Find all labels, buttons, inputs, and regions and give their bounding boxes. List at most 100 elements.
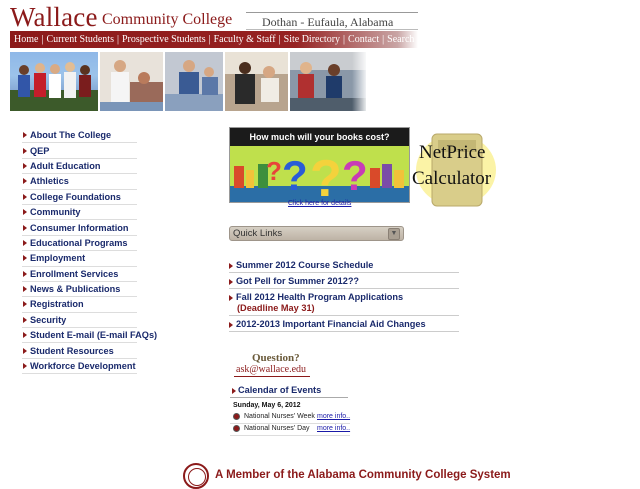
nav-search[interactable]: Search: [387, 34, 414, 45]
calendar-date: Sunday, May 6, 2012: [233, 402, 301, 409]
photo-strip-fade: [352, 52, 368, 111]
sidebar-item-label: Security: [30, 314, 67, 325]
news-item[interactable]: Got Pell for Summer 2012??: [229, 276, 459, 289]
chevron-down-icon: ▼: [388, 227, 400, 240]
nav-contact[interactable]: Contact: [348, 34, 379, 45]
sidebar-item[interactable]: Community: [22, 205, 137, 221]
arrow-bullet-icon: [229, 263, 233, 269]
sidebar-item[interactable]: Enrollment Services: [22, 267, 137, 282]
sidebar-item-label: Consumer Information: [30, 222, 129, 233]
calendar-event: National Nurses' Day more info..: [233, 425, 350, 432]
event-more-info-link[interactable]: more info..: [317, 413, 350, 420]
quick-links-dropdown[interactable]: Quick Links ▼: [229, 226, 404, 241]
arrow-bullet-icon: [23, 286, 27, 293]
sidebar-item-label: Enrollment Services: [30, 268, 119, 279]
nav-separator: |: [208, 34, 211, 45]
nav-separator: |: [343, 34, 346, 45]
sidebar-item[interactable]: Educational Programs: [22, 236, 137, 252]
event-more-info-link[interactable]: more info..: [317, 425, 350, 432]
event-bullet-icon: [233, 413, 240, 420]
sidebar-item[interactable]: Student Resources: [22, 343, 137, 359]
book-cost-banner-title: How much will your books cost?: [230, 128, 409, 146]
event-name: National Nurses' Week: [244, 413, 315, 420]
ask-email-link[interactable]: ask@wallace.edu: [236, 364, 306, 375]
news-item[interactable]: Fall 2012 Health Program Applications (De…: [229, 292, 459, 316]
event-name: National Nurses' Day: [244, 425, 310, 432]
students-group-photo: [10, 52, 98, 111]
sidebar-item[interactable]: Registration: [22, 297, 137, 313]
news-deadline: (Deadline May 31): [237, 303, 315, 313]
nav-separator: |: [41, 34, 44, 45]
svg-text:?: ?: [310, 150, 342, 202]
photo-strip: [10, 52, 366, 111]
net-price-label: NetPrice: [419, 142, 486, 163]
sidebar-item-label: Student E-mail (E-mail FAQs): [30, 330, 158, 341]
nav-current-students[interactable]: Current Students: [46, 34, 114, 45]
sidebar-item-label: Registration: [30, 299, 84, 310]
news-title: Fall 2012 Health Program Applications: [236, 292, 404, 302]
news-item[interactable]: 2012-2013 Important Financial Aid Change…: [229, 319, 459, 332]
nav-home[interactable]: Home: [14, 34, 38, 45]
sidebar-item[interactable]: College Foundations: [22, 190, 137, 205]
news-title: Summer 2012 Course Schedule: [236, 260, 374, 270]
arrow-bullet-icon: [23, 178, 27, 185]
book-cost-banner[interactable]: How much will your books cost? ? ? ? ?: [229, 127, 410, 203]
calendar-row-rule: [230, 435, 350, 436]
sidebar-item[interactable]: Employment: [22, 251, 137, 267]
logo-wallace[interactable]: Wallace: [10, 2, 98, 33]
sidebar-item[interactable]: Workforce Development: [22, 359, 137, 375]
news-title: Got Pell for Summer 2012??: [236, 276, 360, 286]
arrow-bullet-icon: [23, 209, 27, 216]
sidebar-item-label: QEP: [30, 145, 50, 156]
calendar-event: National Nurses' Week more info..: [233, 413, 350, 420]
sidebar-item[interactable]: Athletics: [22, 174, 137, 190]
nurse-with-patient-photo: [100, 52, 163, 111]
header-rule: [246, 12, 418, 13]
sidebar-item-label: News & Publications: [30, 284, 121, 295]
arrow-bullet-icon: [23, 132, 27, 139]
nav-faculty-staff[interactable]: Faculty & Staff: [214, 34, 276, 45]
arrow-bullet-icon: [229, 322, 233, 328]
arrow-bullet-icon: [23, 316, 27, 323]
sidebar-item[interactable]: About The College: [22, 128, 137, 144]
sidebar-item[interactable]: Consumer Information: [22, 220, 137, 236]
arrow-bullet-icon: [23, 162, 27, 169]
svg-text:?: ?: [266, 156, 282, 186]
sidebar-item-label: Educational Programs: [30, 237, 128, 248]
arrow-bullet-icon: [23, 147, 27, 154]
book-cost-details-link[interactable]: Click here for details: [288, 200, 351, 207]
arrow-bullet-icon: [23, 332, 27, 339]
logo-community-college[interactable]: Community College: [102, 11, 232, 29]
calendar-title: Calendar of Events: [238, 385, 322, 395]
news-list: Summer 2012 Course Schedule Got Pell for …: [229, 260, 459, 335]
accs-seal-icon: [183, 463, 209, 489]
sidebar-item-label: Athletics: [30, 176, 69, 187]
arrow-bullet-icon: [23, 347, 27, 354]
arrow-bullet-icon: [23, 255, 27, 262]
nav-separator: |: [278, 34, 281, 45]
nav-site-directory[interactable]: Site Directory: [284, 34, 340, 45]
question-underline: [234, 376, 310, 377]
sidebar-item-label: Employment: [30, 253, 86, 264]
arrow-bullet-icon: [23, 270, 27, 277]
arrow-bullet-icon: [23, 239, 27, 246]
sidebar-item[interactable]: News & Publications: [22, 282, 137, 298]
sidebar-item[interactable]: Security: [22, 313, 137, 329]
sidebar-item-label: Community: [30, 207, 81, 218]
nav-prospective-students[interactable]: Prospective Students: [122, 34, 206, 45]
calendar-row-rule: [230, 423, 350, 424]
calendar-rule: [230, 397, 348, 398]
main-nav-bar: Home | Current Students | Prospective Studen…: [10, 31, 418, 48]
sidebar-item-label: Student Resources: [30, 345, 114, 356]
news-item[interactable]: Summer 2012 Course Schedule: [229, 260, 459, 273]
nav-separator: |: [382, 34, 385, 45]
calendar-of-events-link[interactable]: Calendar of Events: [232, 385, 321, 395]
question-heading: Question?: [252, 352, 300, 364]
books-question-marks-image: ? ? ? ?: [230, 146, 409, 202]
sidebar-item[interactable]: Student E-mail (E-mail FAQs): [22, 328, 157, 344]
accs-member-text[interactable]: A Member of the Alabama Community Colleg…: [215, 469, 511, 481]
sidebar-item[interactable]: Adult Education: [22, 159, 137, 175]
workshop-photo: [225, 52, 288, 111]
arrow-bullet-icon: [229, 279, 233, 285]
sidebar-item[interactable]: QEP: [22, 143, 137, 159]
